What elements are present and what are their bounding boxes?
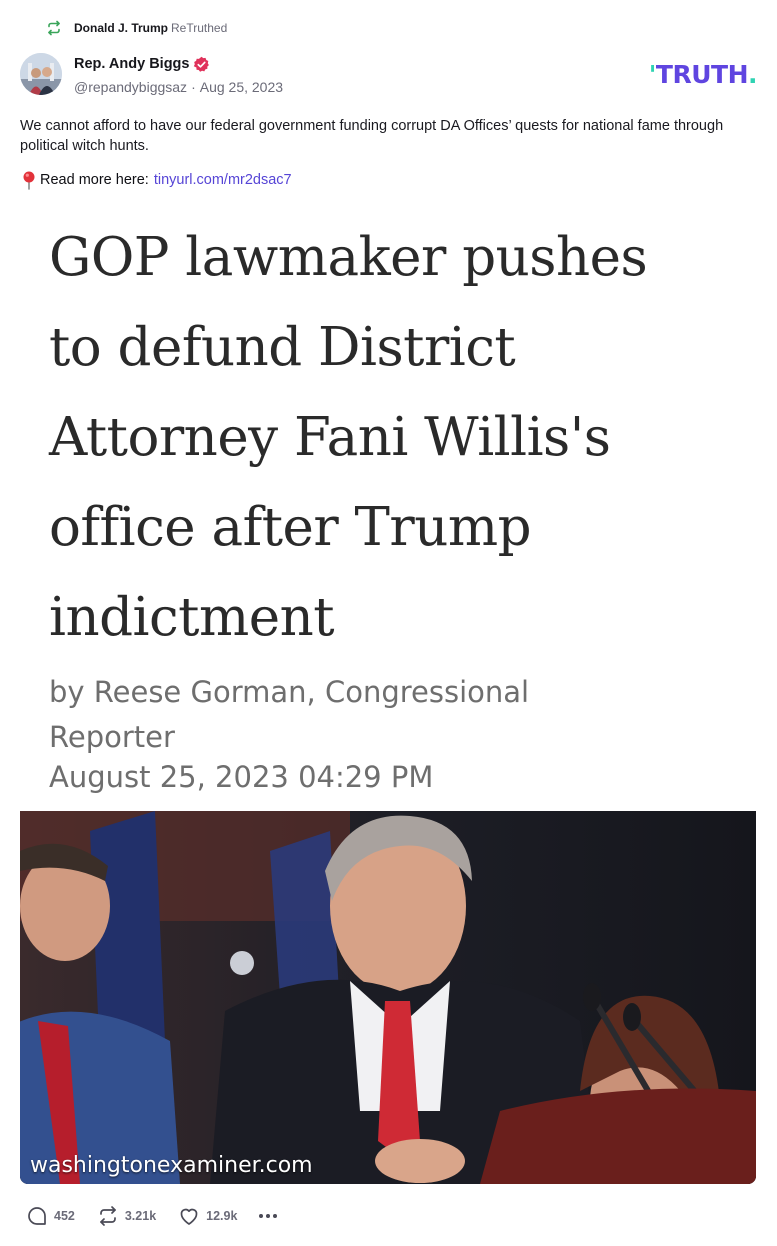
reply-count: 452	[54, 1209, 75, 1223]
article-dateline: August 25, 2023 04:29 PM	[49, 760, 434, 794]
read-more-label: Read more here:	[40, 172, 149, 188]
avatar[interactable]	[20, 53, 62, 95]
post-date[interactable]: Aug 25, 2023	[200, 79, 283, 95]
read-more-line: Read more here: tinyurl.com/mr2dsac7	[20, 170, 292, 190]
retruth-header: Donald J. Trump ReTruthed	[46, 18, 227, 38]
author-handle[interactable]: @repandybiggsaz	[74, 79, 187, 95]
byline-line: by Reese Gorman, Congressional	[49, 675, 530, 709]
post-text: We cannot afford to have our federal gov…	[20, 118, 724, 154]
retruth-button[interactable]: 3.21k	[97, 1205, 156, 1227]
action-bar: 452 3.21k 12.9k	[26, 1205, 278, 1227]
article-screenshot[interactable]: GOP lawmaker pushes to defund District A…	[20, 203, 756, 811]
retruth-count: 3.21k	[124, 1209, 157, 1223]
photo-watermark: washingtonexaminer.com	[30, 1153, 313, 1178]
author-block: Rep. Andy Biggs @repandybiggsaz · Aug 25…	[74, 55, 283, 95]
retruth-icon	[97, 1205, 119, 1227]
retruth-user-name[interactable]: Donald J. Trump	[74, 21, 168, 35]
article-byline: by Reese Gorman, Congressional Reporter	[49, 670, 649, 760]
retruth-icon	[46, 20, 62, 36]
more-options-icon[interactable]	[259, 1214, 278, 1218]
headline-line: indictment	[49, 587, 335, 648]
like-button[interactable]: 12.9k	[178, 1205, 237, 1227]
article-headline: GOP lawmaker pushes to defund District A…	[49, 213, 739, 663]
byline-line: Reporter	[49, 720, 175, 754]
heart-icon	[178, 1205, 200, 1227]
truth-logo: 'TRUTH.	[648, 60, 758, 89]
retruth-label: ReTruthed	[171, 21, 228, 35]
headline-line: office after Trump	[49, 497, 532, 558]
reply-button[interactable]: 452	[26, 1205, 75, 1227]
headline-line: GOP lawmaker pushes	[49, 227, 648, 288]
meta-separator: ·	[191, 79, 196, 95]
pushpin-icon	[20, 170, 38, 190]
comment-icon	[26, 1205, 48, 1227]
article-photo[interactable]: washingtonexaminer.com	[20, 811, 756, 1184]
author-name[interactable]: Rep. Andy Biggs	[74, 56, 189, 72]
truth-logo-dot: .	[748, 60, 758, 89]
headline-line: to defund District	[49, 317, 516, 378]
truth-logo-text: TRUTH	[655, 60, 749, 89]
like-count: 12.9k	[206, 1209, 238, 1223]
post-link[interactable]: tinyurl.com/mr2dsac7	[154, 172, 292, 188]
verified-badge-icon	[193, 56, 210, 73]
headline-line: Attorney Fani Willis's	[49, 407, 611, 468]
